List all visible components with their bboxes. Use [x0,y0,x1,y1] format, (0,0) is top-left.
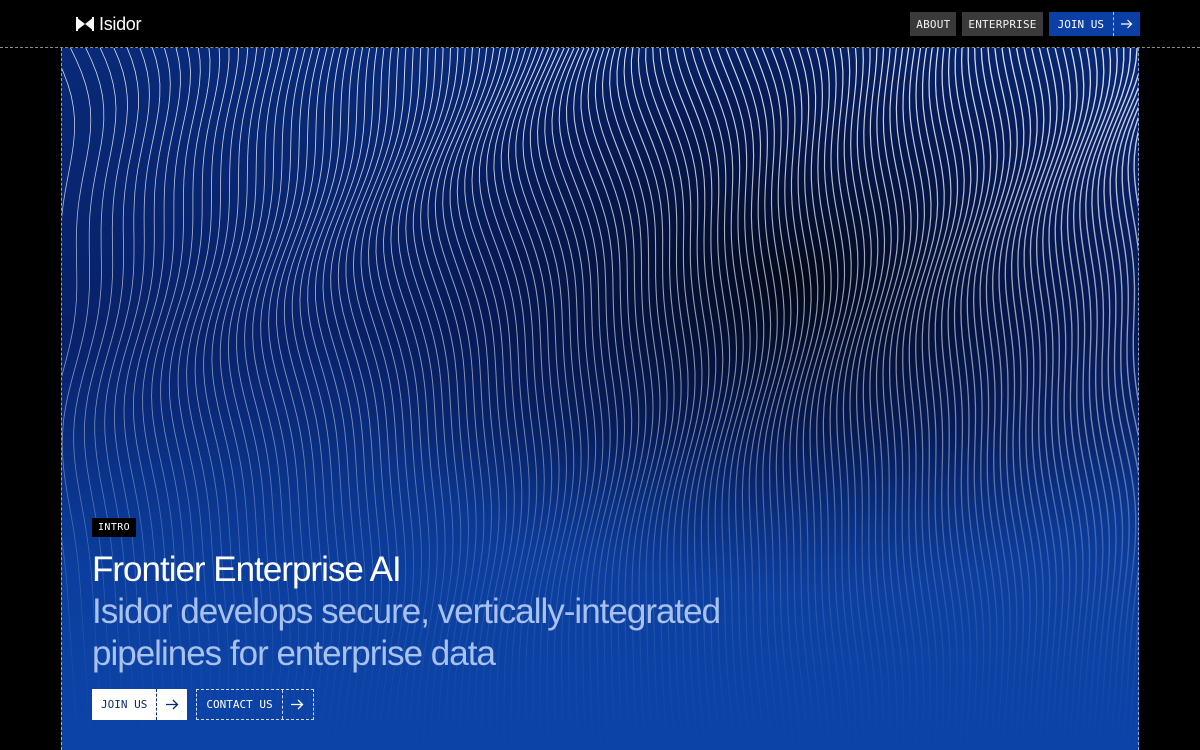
arrow-right-icon [281,690,313,719]
join-us-button[interactable]: JOIN US [92,689,188,720]
arrow-right-icon [156,689,187,720]
intro-badge: INTRO [92,518,137,537]
bowtie-logo-icon [76,17,94,31]
top-navigation-bar: Isidor ABOUT ENTERPRISE JOIN US [0,0,1200,48]
brand-name: Isidor [99,13,142,34]
hero-content: INTRO Frontier Enterprise AI Isidor deve… [92,517,792,675]
hero-section: INTRO Frontier Enterprise AI Isidor deve… [61,48,1139,750]
hero-subhead-line-2: pipelines for enterprise data [92,634,496,673]
contact-us-label: CONTACT US [206,698,273,711]
nav-enterprise-button[interactable]: ENTERPRISE [962,12,1043,36]
nav-join-us-button[interactable]: JOIN US [1048,12,1140,36]
hero-subhead-line-1: Isidor develops secure, vertically-integ… [92,592,721,631]
join-us-label: JOIN US [101,698,148,711]
brand-logo[interactable]: Isidor [76,13,142,35]
arrow-right-icon [1113,12,1140,36]
hero-cta-row: JOIN US CONTACT US [92,689,314,720]
hero-headline: Frontier Enterprise AI [92,550,402,589]
nav-join-us-label: JOIN US [1057,17,1104,31]
main-nav: ABOUT ENTERPRISE JOIN US [910,12,1140,36]
contact-us-button[interactable]: CONTACT US [196,689,314,720]
nav-about-button[interactable]: ABOUT [910,12,957,36]
